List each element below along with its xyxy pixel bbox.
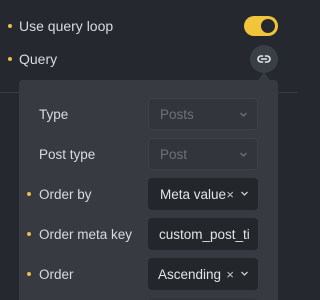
- query-popover-panel: Type Posts Post type Post Order by Meta …: [19, 80, 278, 300]
- post-type-select[interactable]: Post: [148, 138, 258, 170]
- chevron-down-icon: [240, 152, 247, 157]
- order-by-select[interactable]: Meta value ×: [148, 178, 258, 210]
- chevron-down-icon: [241, 271, 248, 276]
- chevron-down-icon: [240, 112, 247, 117]
- order-by-row: Order by Meta value ×: [19, 178, 278, 210]
- order-row: Order Ascending ×: [19, 258, 278, 290]
- type-row: Type Posts: [19, 98, 278, 130]
- order-meta-key-input[interactable]: custom_post_ti: [148, 218, 258, 250]
- modified-indicator-dot: [8, 57, 12, 61]
- divider: [278, 92, 297, 93]
- clear-x-icon[interactable]: ×: [226, 187, 234, 202]
- post-type-label: Post type: [39, 146, 96, 162]
- link-icon: [257, 55, 271, 63]
- query-settings-button[interactable]: [250, 45, 278, 73]
- clear-x-icon[interactable]: ×: [226, 267, 234, 282]
- modified-indicator-dot: [8, 24, 12, 28]
- order-value: Ascending: [158, 266, 222, 282]
- order-meta-key-row: Order meta key custom_post_ti: [19, 218, 278, 250]
- chevron-down-icon: [241, 191, 248, 196]
- post-type-value: Post: [160, 146, 188, 162]
- use-query-loop-toggle[interactable]: [244, 16, 278, 36]
- type-value: Posts: [160, 106, 194, 122]
- type-label: Type: [39, 106, 69, 122]
- modified-indicator-dot: [27, 192, 31, 196]
- popover-caret: [258, 72, 270, 80]
- order-meta-key-label: Order meta key: [39, 226, 133, 242]
- modified-indicator-dot: [27, 272, 31, 276]
- type-select[interactable]: Posts: [148, 98, 258, 130]
- post-type-row: Post type Post: [19, 138, 278, 170]
- toggle-knob: [261, 19, 275, 33]
- divider: [0, 92, 19, 93]
- modified-indicator-dot: [27, 232, 31, 236]
- use-query-loop-row: Use query loop: [0, 10, 297, 42]
- order-select[interactable]: Ascending ×: [148, 258, 258, 290]
- query-label: Query: [19, 51, 58, 67]
- order-by-value: Meta value: [160, 186, 227, 202]
- use-query-loop-label: Use query loop: [19, 18, 114, 34]
- order-by-label: Order by: [39, 186, 92, 202]
- order-label: Order: [39, 266, 74, 282]
